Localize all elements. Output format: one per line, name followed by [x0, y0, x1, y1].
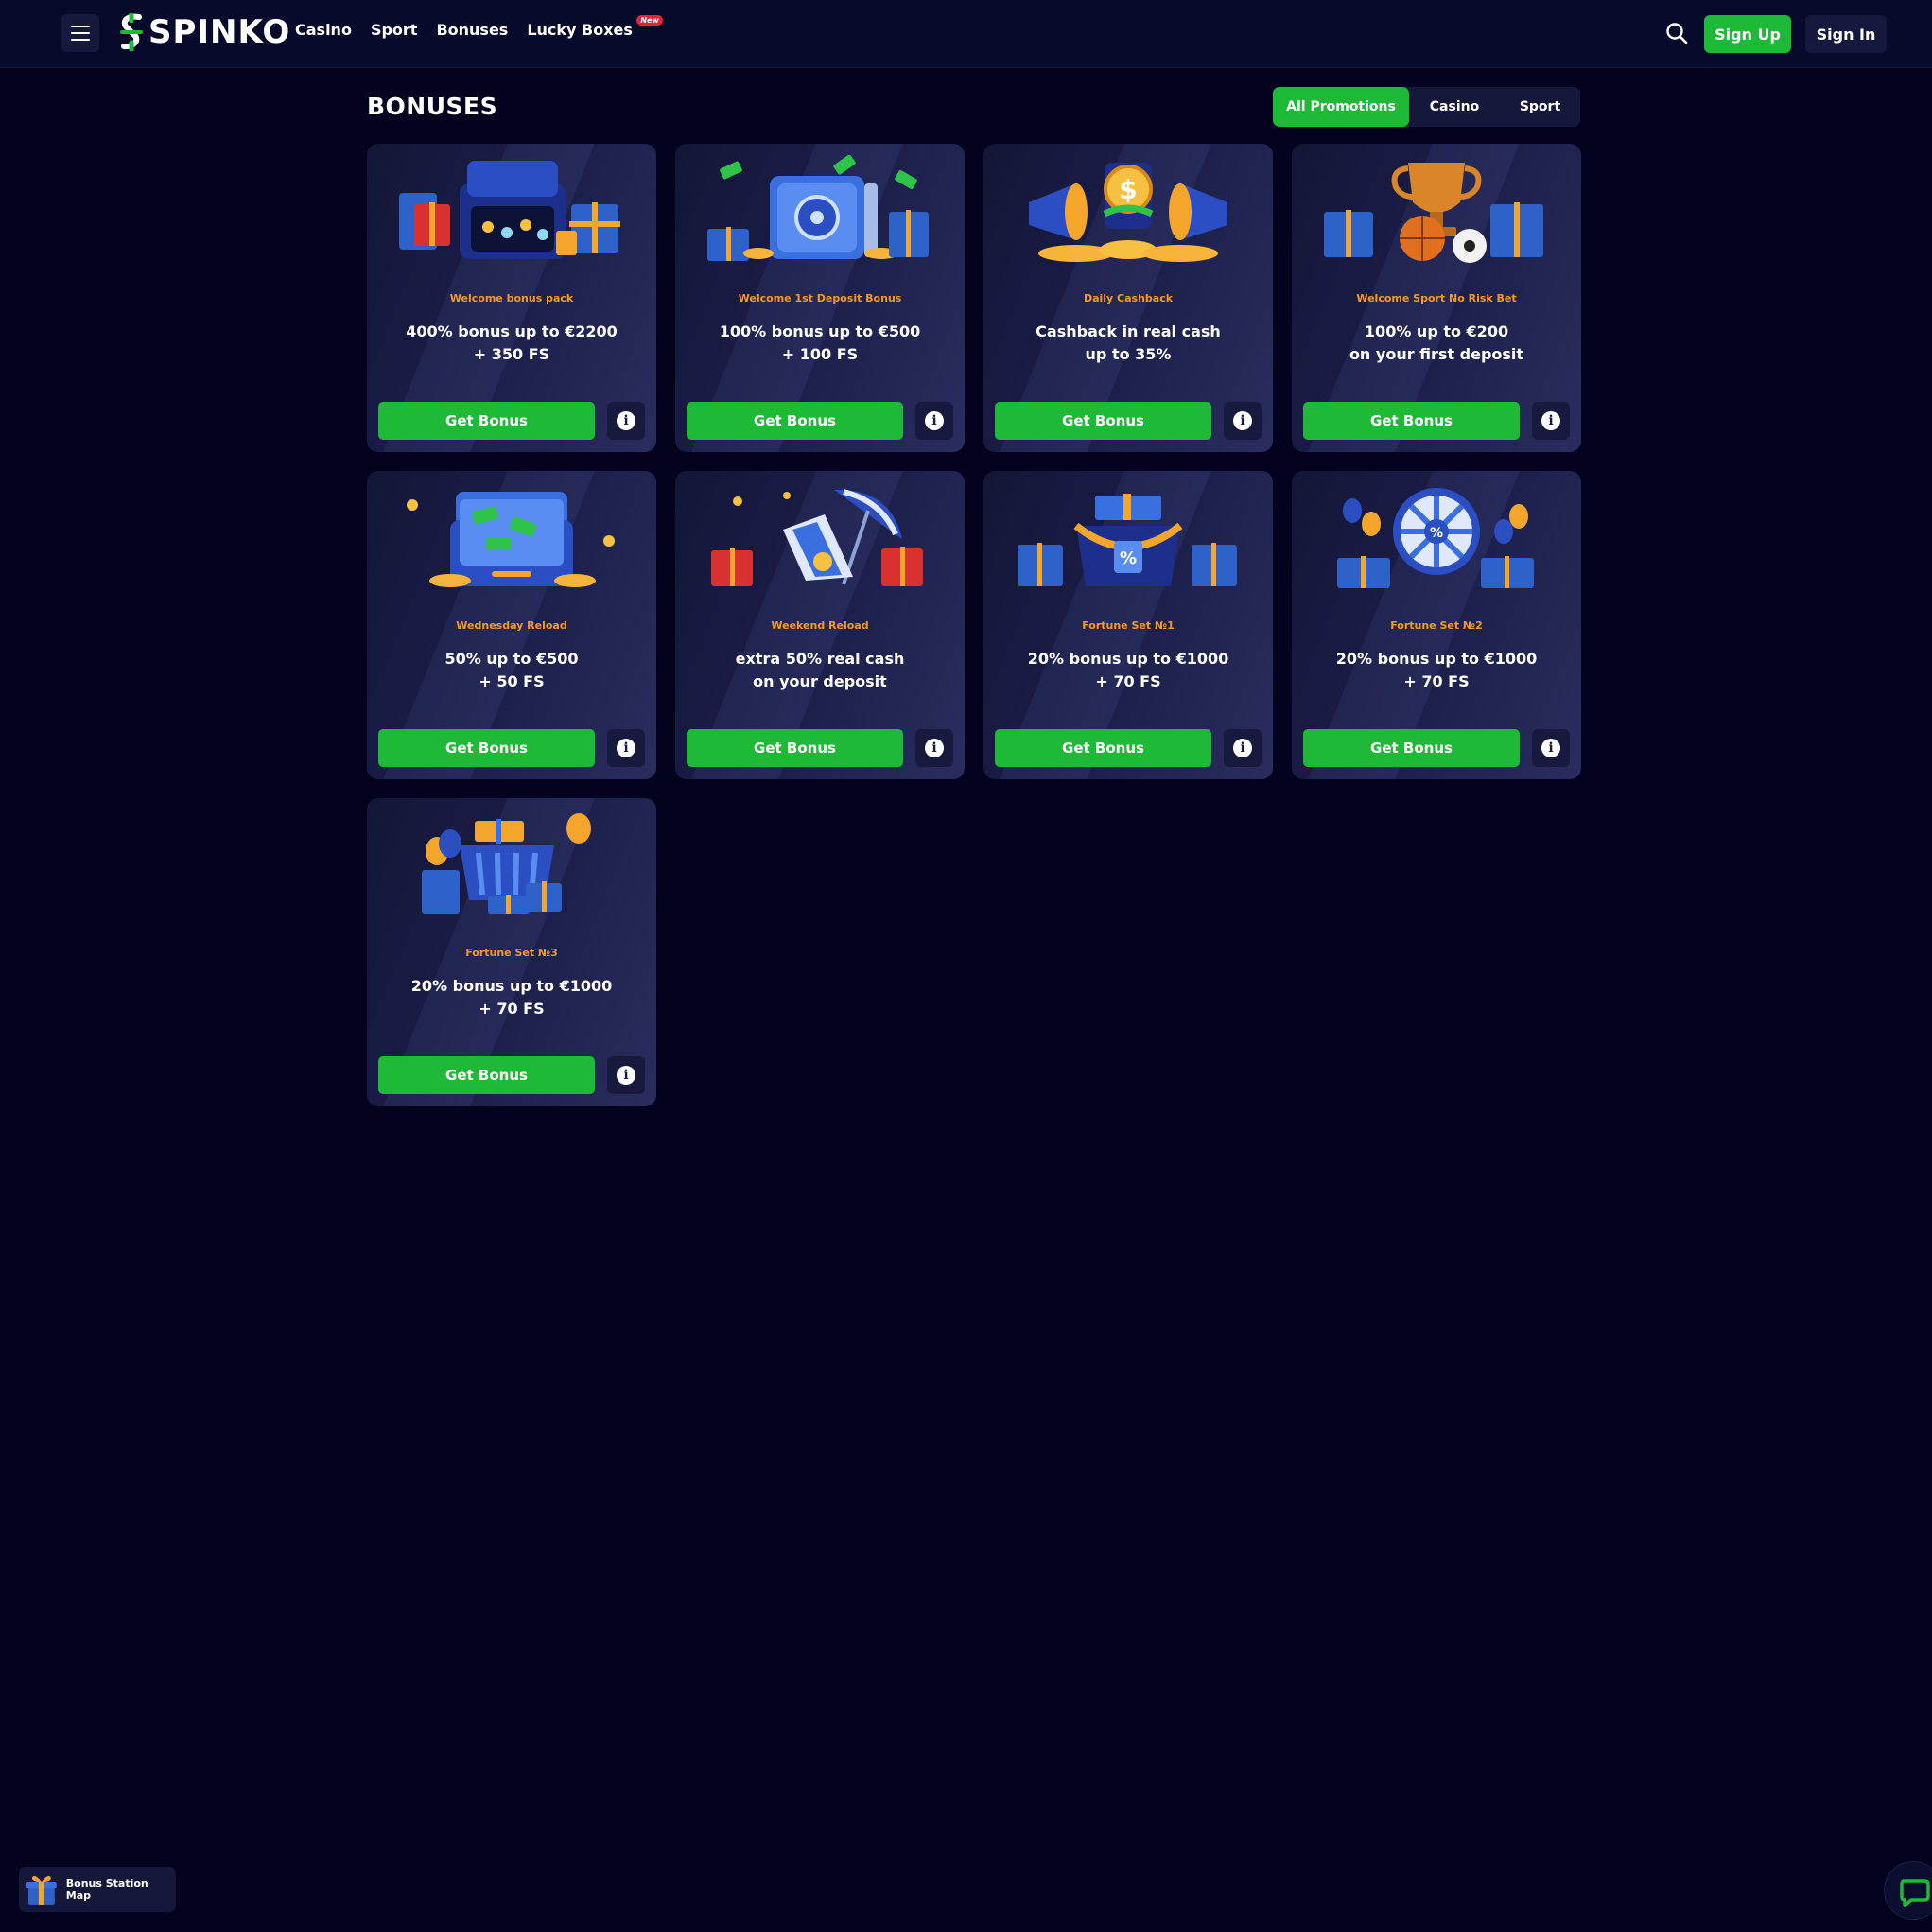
bonus-card: Weekend Reload extra 50% real cash on yo…	[675, 471, 965, 779]
gift-icon	[26, 1875, 57, 1905]
bonus-card: $ Daily Cashback Cashback in real cash u…	[983, 144, 1273, 452]
bonus-title: 20% bonus up to €1000 + 70 FS	[410, 977, 613, 1018]
bonus-category: Wednesday Reload	[456, 619, 567, 632]
info-button[interactable]: i	[607, 729, 645, 767]
svg-text:%: %	[1120, 548, 1137, 568]
info-button[interactable]: i	[607, 1056, 645, 1094]
bonus-title: Cashback in real cash up to 35%	[1036, 322, 1221, 363]
info-button[interactable]: i	[1532, 402, 1570, 440]
info-button[interactable]: i	[915, 402, 953, 440]
info-button[interactable]: i	[1532, 729, 1570, 767]
safe-money-illustration	[707, 155, 929, 261]
bonus-card: Fortune Set №3 20% bonus up to €1000 + 7…	[367, 798, 656, 1106]
logo-text: SPINKO	[148, 13, 291, 51]
nav-casino[interactable]: Casino	[295, 21, 352, 39]
get-bonus-button[interactable]: Get Bonus	[378, 1056, 595, 1094]
tab-sport[interactable]: Sport	[1500, 87, 1580, 127]
get-bonus-button[interactable]: Get Bonus	[687, 729, 903, 767]
get-bonus-button[interactable]: Get Bonus	[378, 729, 595, 767]
new-badge: New	[636, 15, 663, 26]
info-button[interactable]: i	[607, 402, 645, 440]
bonus-grid: Welcome bonus pack 400% bonus up to €220…	[367, 144, 1581, 1108]
fortune-wheel-illustration: %	[1337, 488, 1534, 588]
info-button[interactable]: i	[1224, 729, 1262, 767]
promotion-filter-tabs: All Promotions Casino Sport	[1273, 87, 1580, 127]
bonus-title: 100% up to €200 on your first deposit	[1349, 322, 1524, 363]
bonus-card: Welcome Sport No Risk Bet 100% up to €20…	[1292, 144, 1581, 452]
svg-text:$: $	[1119, 174, 1137, 205]
nav-bonuses[interactable]: Bonuses	[436, 21, 508, 39]
bonus-title: 400% bonus up to €2200 + 350 FS	[406, 322, 618, 363]
gift-box-percent-illustration: %	[1018, 494, 1237, 586]
main-nav: Casino Sport Bonuses Lucky Boxes New	[295, 15, 663, 39]
bonus-station-map-button[interactable]: Bonus Station Map	[19, 1867, 176, 1912]
search-icon[interactable]	[1664, 21, 1689, 45]
info-icon: i	[617, 739, 635, 757]
get-bonus-button[interactable]: Get Bonus	[995, 402, 1211, 440]
bonus-card: Welcome 1st Deposit Bonus 100% bonus up …	[675, 144, 965, 452]
beach-chair-illustration	[711, 489, 923, 586]
info-button[interactable]: i	[915, 729, 953, 767]
bonus-category: Fortune Set №3	[465, 947, 558, 959]
bonus-category: Welcome 1st Deposit Bonus	[738, 292, 902, 305]
suitcase-cash-illustration	[407, 492, 615, 587]
bonus-card: Wednesday Reload 50% up to €500 + 50 FS …	[367, 471, 656, 779]
get-bonus-button[interactable]: Get Bonus	[687, 402, 903, 440]
bonus-title: 50% up to €500 + 50 FS	[444, 650, 579, 690]
bonus-category: Fortune Set №2	[1390, 619, 1483, 632]
info-icon: i	[1541, 739, 1560, 757]
get-bonus-button[interactable]: Get Bonus	[378, 402, 595, 440]
top-header: SPINKO Casino Sport Bonuses Lucky Boxes …	[0, 0, 1932, 68]
get-bonus-button[interactable]: Get Bonus	[1303, 402, 1520, 440]
sign-in-button[interactable]: Sign In	[1805, 15, 1887, 53]
nav-lucky-boxes-label: Lucky Boxes	[527, 21, 633, 39]
info-icon: i	[925, 411, 944, 430]
bonus-title: extra 50% real cash on your deposit	[735, 650, 905, 690]
shopping-basket-illustration	[422, 813, 591, 914]
bonus-category: Welcome bonus pack	[449, 292, 574, 305]
get-bonus-button[interactable]: Get Bonus	[1303, 729, 1520, 767]
svg-text:%: %	[1430, 526, 1443, 541]
bonus-card: % Fortune Set №1 20% bonus up to €1000 +…	[983, 471, 1273, 779]
bonus-category: Daily Cashback	[1083, 292, 1174, 305]
nav-lucky-boxes[interactable]: Lucky Boxes New	[527, 15, 663, 39]
bonus-station-map-label: Bonus Station Map	[65, 1877, 148, 1902]
info-icon: i	[617, 411, 635, 430]
bonus-category: Weekend Reload	[771, 619, 869, 632]
info-icon: i	[1541, 411, 1560, 430]
suitcase-gifts-illustration	[399, 161, 620, 259]
bonus-title: 100% bonus up to €500 + 100 FS	[719, 322, 921, 363]
logo[interactable]: SPINKO	[118, 13, 290, 51]
info-button[interactable]: i	[1224, 402, 1262, 440]
chat-bubble-icon	[1900, 1879, 1930, 1907]
bonus-title: 20% bonus up to €1000 + 70 FS	[1027, 650, 1229, 690]
sign-up-button[interactable]: Sign Up	[1704, 15, 1791, 53]
page-title: BONUSES	[367, 93, 498, 120]
nav-sport[interactable]: Sport	[371, 21, 418, 39]
info-icon: i	[925, 739, 944, 757]
info-icon: i	[1233, 411, 1252, 430]
info-icon: i	[617, 1066, 635, 1085]
live-chat-button[interactable]	[1884, 1861, 1932, 1920]
megaphones-coins-illustration: $	[1029, 163, 1227, 262]
hamburger-menu-icon[interactable]	[61, 14, 99, 52]
tab-all-promotions[interactable]: All Promotions	[1273, 87, 1409, 127]
info-icon: i	[1233, 739, 1252, 757]
bonus-title: 20% bonus up to €1000 + 70 FS	[1335, 650, 1538, 690]
spinko-logo-icon	[120, 13, 143, 51]
bonus-card: % Fortune Set №2 20% bonus up to €1000 +…	[1292, 471, 1581, 779]
bonus-card: Welcome bonus pack 400% bonus up to €220…	[367, 144, 656, 452]
tab-casino[interactable]: Casino	[1409, 87, 1500, 127]
get-bonus-button[interactable]: Get Bonus	[995, 729, 1211, 767]
trophy-balls-illustration	[1324, 163, 1543, 263]
bonus-category: Fortune Set №1	[1082, 619, 1175, 632]
bonus-category: Welcome Sport No Risk Bet	[1356, 292, 1517, 305]
